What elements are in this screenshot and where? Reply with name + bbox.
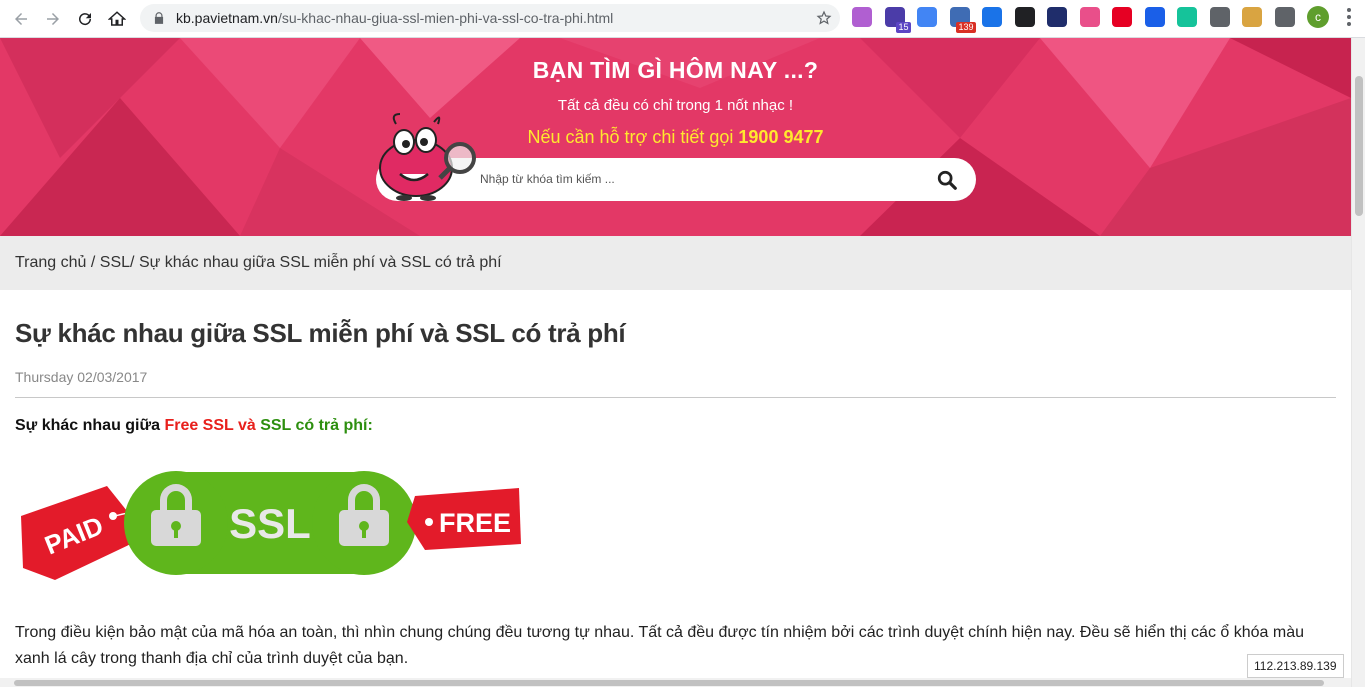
purple-circle-icon[interactable] [852,7,872,27]
hotline-prefix: Nếu cần hỗ trợ chi tiết gọi [527,127,739,147]
calendar-icon[interactable]: 139 [949,7,976,33]
home-icon [108,10,126,26]
lead-and: và [233,417,261,434]
address-bar[interactable]: kb.pavietnam.vn/su-khac-nhau-giua-ssl-mi… [140,4,840,32]
extensions-bar: 15 139 c [852,6,1351,33]
breadcrumb-ssl-link[interactable]: SSL [100,254,130,271]
screen-icon[interactable] [982,7,1002,27]
paid-free-ssl-image: PAID SSL FREE [21,471,521,580]
ip-icon[interactable] [1047,7,1067,27]
article-date: Thursday 02/03/2017 [15,369,148,385]
ssl-badge: SSL [124,471,416,575]
breadcrumb: Trang chủ / SSL/ Sự khác nhau giữa SSL m… [15,254,502,272]
paid-tag: PAID [21,486,135,580]
puzzle-icon[interactable] [1274,7,1295,27]
url-host: kb.pavietnam.vn [176,10,278,26]
lock-icon [154,12,164,24]
horizontal-scrollbar[interactable] [0,678,1351,687]
profile-avatar[interactable]: c [1307,6,1329,28]
bookmark-star-icon[interactable] [816,10,832,26]
back-button[interactable] [6,4,36,34]
color-ring-icon[interactable] [1079,7,1100,27]
bolt-icon[interactable] [1144,7,1165,27]
article-paragraph: Trong điều kiện bảo mật của mã hóa an to… [15,624,1304,667]
ip-status-badge: 112.213.89.139 [1247,654,1344,678]
breadcrumb-separator: / [86,254,100,271]
grammarly-icon[interactable] [1177,7,1197,27]
url-text[interactable]: kb.pavietnam.vn/su-khac-nhau-giua-ssl-mi… [176,10,613,26]
hero-banner: BẠN TÌM GÌ HÔM NAY ...? Tất cả đều có ch… [0,38,1351,236]
breadcrumb-bar: Trang chủ / SSL/ Sự khác nhau giữa SSL m… [0,236,1351,290]
vertical-scrollbar[interactable] [1351,38,1365,687]
hotline-text: Nếu cần hỗ trợ chi tiết gọi 1900 9477 [0,127,1351,148]
pattern-icon[interactable] [1242,7,1262,27]
reload-icon [79,12,92,25]
free-tag-text: FREE [439,508,511,538]
reload-button[interactable] [70,4,100,34]
breadcrumb-separator: / [130,254,139,271]
hero-subtitle: Tất cả đều có chỉ trong 1 nốt nhạc ! [557,97,794,114]
lead-free-ssl: Free SSL [164,417,234,434]
lead-paid-ssl: SSL có trả phí: [260,417,373,434]
hero-title: BẠN TÌM GÌ HÔM NAY ...? [532,57,819,83]
more-menu-icon[interactable] [1347,8,1351,26]
search-icon[interactable] [936,169,958,191]
sync-icon[interactable] [1014,7,1035,27]
divider [15,397,1336,398]
hotline-number: 1900 9477 [738,127,824,147]
extension-badge: 15 [896,22,911,33]
scrollbar-thumb[interactable] [14,680,1324,686]
recycle-icon[interactable] [1209,7,1230,27]
url-path: /su-khac-nhau-giua-ssl-mien-phi-va-ssl-c… [277,10,614,26]
free-tag: FREE [407,488,521,550]
translate-icon[interactable] [917,7,937,27]
arrow-left-icon [15,12,27,25]
breadcrumb-home-link[interactable]: Trang chủ [15,254,86,271]
lead-prefix: Sự khác nhau giữa [15,417,165,434]
article-lead: Sự khác nhau giữa Free SSL và SSL có trả… [15,417,373,435]
browser-toolbar: kb.pavietnam.vn/su-khac-nhau-giua-ssl-mi… [0,0,1365,38]
home-button[interactable] [102,4,132,34]
arrow-right-icon [47,12,59,25]
breadcrumb-current: Sự khác nhau giữa SSL miễn phí và SSL có… [138,254,502,271]
search-input[interactable] [480,168,910,190]
pinterest-icon[interactable] [1112,7,1132,27]
ssl-badge-text: SSL [229,500,311,547]
mascot-bee-icon [379,113,476,201]
scrollbar-thumb[interactable] [1355,76,1363,216]
forward-button[interactable] [38,4,68,34]
article-title: Sự khác nhau giữa SSL miễn phí và SSL có… [15,318,626,348]
extension-badge: 139 [956,22,976,33]
graduation-cap-icon[interactable]: 15 [884,7,911,33]
